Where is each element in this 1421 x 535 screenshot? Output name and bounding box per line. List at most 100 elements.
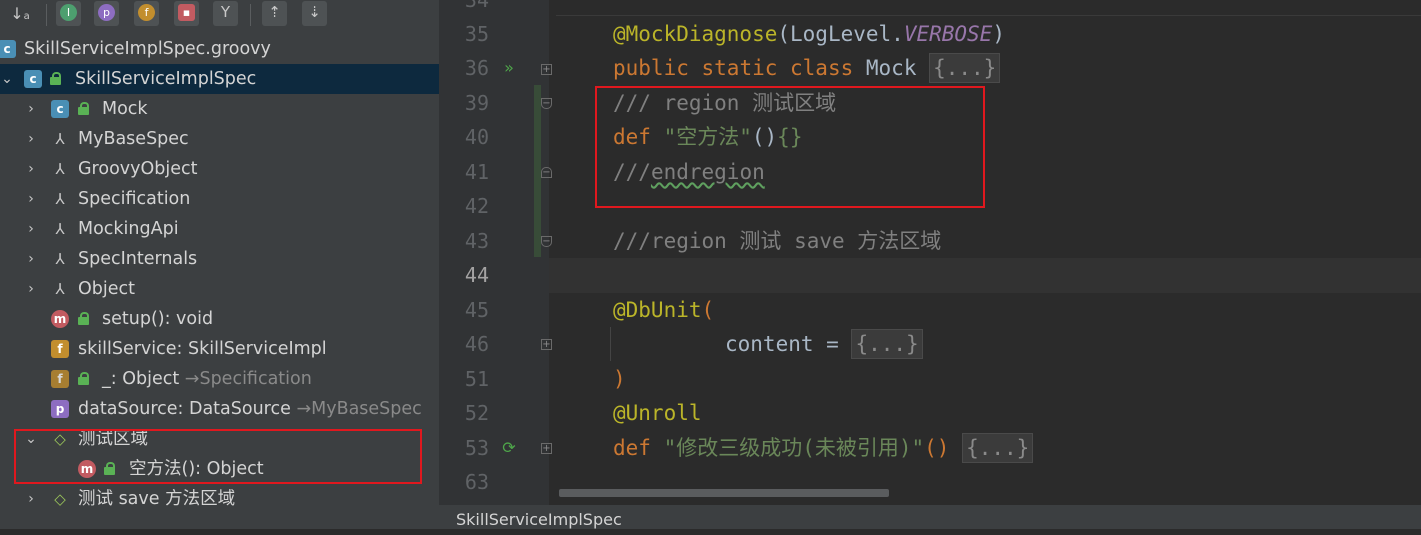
show-inherited-button[interactable]: I [56, 1, 81, 26]
fold-expand-icon[interactable]: + [541, 443, 552, 454]
show-non-public-button[interactable]: ▪ [174, 1, 199, 26]
code-line[interactable]: @Unroll [613, 396, 702, 431]
chevron-down-icon[interactable]: ⌄ [0, 64, 14, 94]
folded-block[interactable]: {...} [929, 53, 1001, 83]
inherited-from-label: →MyBaseSpec [296, 399, 422, 419]
chevron-right-icon[interactable]: › [24, 184, 38, 214]
structure-toolbar: ↓a I p f ▪ Y ⇡ ⇣ [0, 0, 439, 30]
file-label: SkillServiceImplSpec.groovy [24, 39, 271, 59]
inheritance-icon: ⅄ [55, 280, 65, 298]
chevron-right-icon[interactable]: › [24, 244, 38, 274]
collapse-all-button[interactable]: ⇣ [302, 1, 327, 26]
inherited-from-label: →Specification [184, 369, 312, 389]
supertype-label: Object [78, 279, 135, 299]
keyword: public [613, 56, 702, 80]
supertype-label: SpecInternals [78, 249, 198, 269]
root-class-label: SkillServiceImplSpec [75, 69, 257, 89]
annotation: @DbUnit [613, 298, 702, 322]
chevron-right-icon[interactable]: › [24, 484, 38, 514]
tree-item-field[interactable]: f _: Object →Specification [0, 364, 439, 394]
class-icon: c [24, 70, 42, 88]
inheritance-icon: ⅄ [55, 160, 65, 178]
code-line[interactable]: content = {...} [725, 327, 923, 362]
code-line[interactable]: ) [613, 362, 626, 397]
code-line[interactable]: def "修改三级成功(未被引用)"() {...} [613, 431, 1034, 466]
inheritance-icon: ⅄ [55, 250, 65, 268]
line-number: 42 [464, 194, 489, 218]
enum-constant: VERBOSE [903, 22, 993, 46]
code-token: ) [613, 367, 626, 391]
property-icon: p [51, 400, 69, 418]
fold-end-icon[interactable]: − [541, 167, 552, 178]
tree-item-method[interactable]: m setup(): void [0, 304, 439, 334]
tree-item-field[interactable]: f skillService: SkillServiceImpl [0, 334, 439, 364]
method-separator [556, 15, 1421, 16]
inner-class-icon: c [51, 100, 69, 118]
tree-item-root-class[interactable]: ⌄ c SkillServiceImplSpec [0, 64, 439, 94]
fold-expand-icon[interactable]: + [541, 339, 552, 350]
toolbar-separator [250, 4, 251, 26]
tree-item-file[interactable]: c SkillServiceImplSpec.groovy [0, 34, 439, 64]
sort-alpha-icon[interactable]: ↓a [8, 2, 32, 26]
code-line[interactable]: @DbUnit( [613, 293, 714, 328]
method-label: setup(): void [102, 309, 214, 329]
fold-expand-icon[interactable]: + [541, 64, 552, 75]
code-token: ) [992, 22, 1005, 46]
code-line[interactable]: ///region 测试 save 方法区域 [613, 224, 941, 259]
tree-item-supertype[interactable]: › ⅄ SpecInternals [0, 244, 439, 274]
line-number: 39 [464, 91, 489, 115]
horizontal-scrollbar[interactable] [559, 489, 889, 497]
tree-item-supertype[interactable]: › ⅄ Specification [0, 184, 439, 214]
breadcrumb[interactable]: SkillServiceImplSpec [439, 505, 1421, 529]
tree-item-mock[interactable]: › c Mock [0, 94, 439, 124]
keyword: def [613, 436, 664, 460]
tree-item-supertype[interactable]: › ⅄ MyBaseSpec [0, 124, 439, 154]
supertype-label: GroovyObject [78, 159, 198, 179]
lambda-icon: Y [220, 3, 231, 21]
code-token: (LogLevel. [777, 22, 904, 46]
keyword: static class [701, 56, 866, 80]
lock-icon [78, 312, 89, 325]
breadcrumb-item[interactable]: SkillServiceImplSpec [456, 510, 622, 529]
chevron-right-icon[interactable]: › [24, 124, 38, 154]
supertype-label: Specification [78, 189, 191, 209]
field-label: skillService: SkillServiceImpl [78, 339, 327, 359]
tree-item-supertype[interactable]: › ⅄ Object [0, 274, 439, 304]
run-test-icon[interactable]: ⟳ [500, 439, 518, 457]
tree-item-supertype[interactable]: › ⅄ MockingApi [0, 214, 439, 244]
expand-all-button[interactable]: ⇡ [262, 1, 287, 26]
show-properties-button[interactable]: p [94, 1, 119, 26]
structure-panel: ↓a I p f ▪ Y ⇡ ⇣ c SkillServiceImplSpec.… [0, 0, 439, 529]
code-line[interactable]: @MockDiagnose(LogLevel.VERBOSE) [613, 17, 1005, 52]
chevron-right-icon[interactable]: › [24, 154, 38, 184]
tree-item-supertype[interactable]: › ⅄ GroovyObject [0, 154, 439, 184]
folded-block[interactable]: {...} [851, 329, 923, 359]
fold-collapse-icon[interactable]: − [541, 236, 552, 247]
property-label: dataSource: DataSource [78, 399, 291, 419]
run-test-icon[interactable]: » [500, 59, 518, 77]
chevron-right-icon[interactable]: › [24, 274, 38, 304]
line-number: 41 [464, 160, 489, 184]
region-icon: ◇ [54, 490, 66, 508]
supertype-label: MyBaseSpec [78, 129, 189, 149]
chevron-right-icon[interactable]: › [24, 94, 38, 124]
mock-label: Mock [102, 99, 148, 119]
region-label: 测试 save 方法区域 [78, 489, 236, 509]
code-token: content = [725, 332, 852, 356]
tree-item-region[interactable]: › ◇ 测试 save 方法区域 [0, 484, 439, 514]
show-properties-icon: p [98, 4, 115, 21]
lock-icon [50, 72, 61, 85]
vcs-change-marker [534, 85, 541, 257]
annotation: @MockDiagnose [613, 22, 778, 46]
chevron-right-icon[interactable]: › [24, 214, 38, 244]
fold-collapse-icon[interactable]: − [541, 98, 552, 109]
line-number: 40 [464, 125, 489, 149]
folded-block[interactable]: {...} [962, 433, 1034, 463]
tree-item-property[interactable]: p dataSource: DataSource →MyBaseSpec [0, 394, 439, 424]
show-lambdas-button[interactable]: Y [213, 1, 238, 26]
field-label: _: Object [102, 369, 180, 389]
show-fields-button[interactable]: f [134, 1, 159, 26]
line-number: 45 [464, 298, 489, 322]
comment: ///region 测试 save 方法区域 [613, 229, 942, 253]
code-line[interactable]: public static class Mock {...} [613, 51, 1001, 86]
